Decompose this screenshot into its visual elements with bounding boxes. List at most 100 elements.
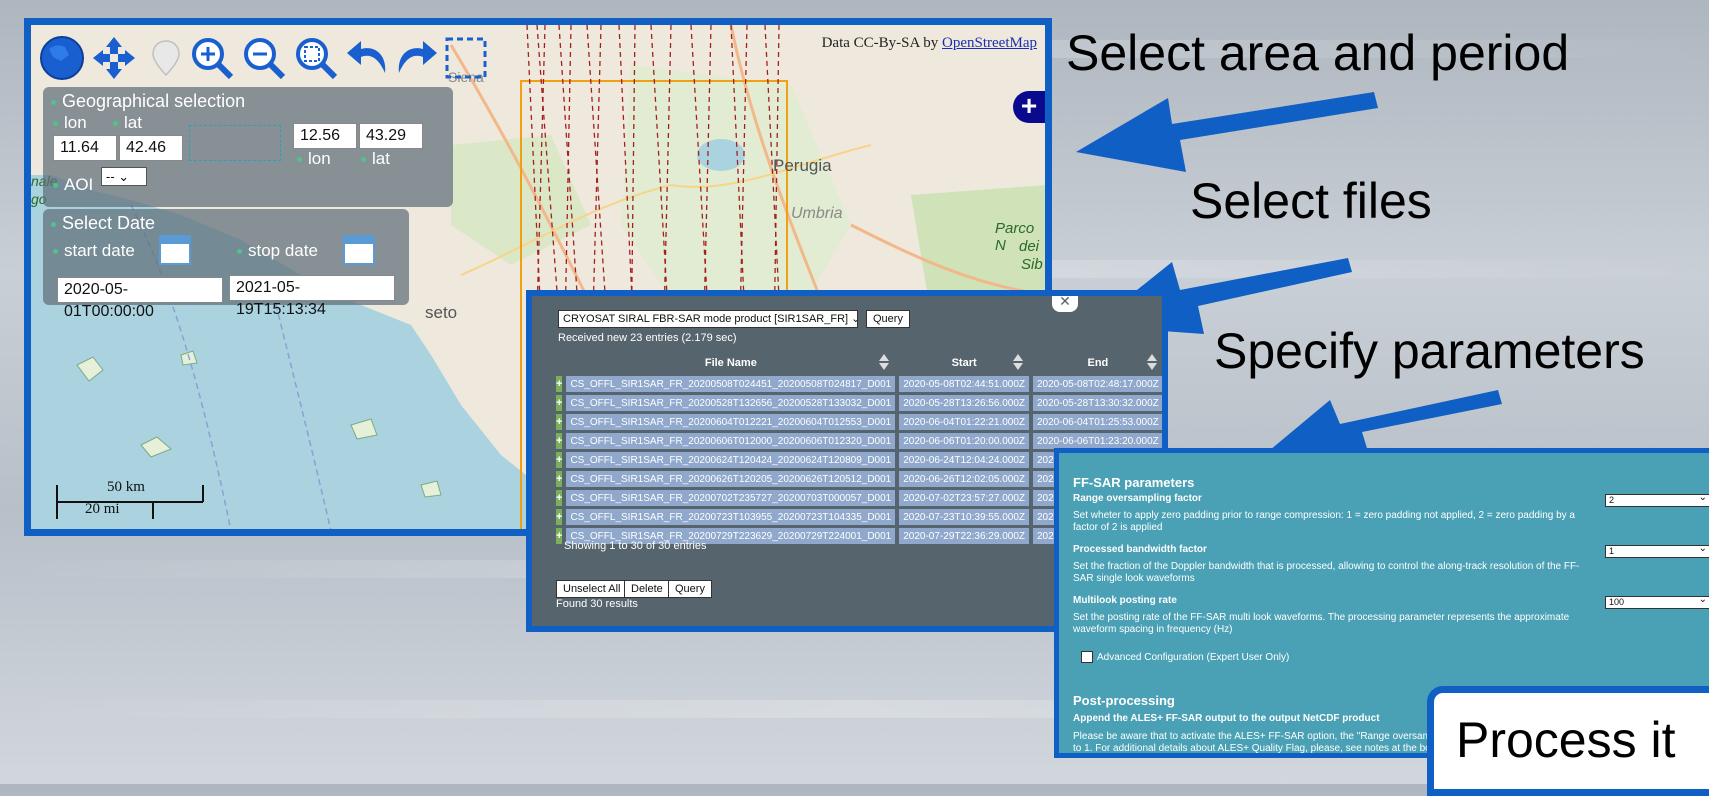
geographical-selection-panel: Geographical selection lon lat 11.64 42.… xyxy=(43,87,453,207)
bandwidth-factor-desc: Set the fraction of the Doppler bandwidt… xyxy=(1073,561,1580,584)
pan-icon[interactable] xyxy=(91,35,137,81)
file-name-cell: CS_OFFL_SIR1SAR_FR_20200626T120205_20200… xyxy=(566,471,896,487)
map-label-parco-3: Sib xyxy=(1021,256,1043,273)
scale-mi: 20 mi xyxy=(85,501,120,517)
heading-process: Process it xyxy=(1456,712,1676,768)
map-label-parco-2: dei xyxy=(1019,238,1040,255)
add-file-icon[interactable]: + xyxy=(556,376,563,392)
received-status: Received new 23 entries (2.179 sec) xyxy=(558,332,737,344)
range-oversampling-select[interactable]: 2 xyxy=(1605,492,1709,507)
col-end[interactable]: End xyxy=(1033,353,1162,373)
multilook-rate-label: Multilook posting rate xyxy=(1073,595,1177,606)
end-cell: 2020-06-04T01:25:53.000Z xyxy=(1033,414,1162,430)
geo-lat-label-2: lat xyxy=(361,149,390,169)
heading-specify-params: Specify parameters xyxy=(1214,323,1645,379)
geo-lon-label-2: lon xyxy=(297,149,331,169)
select-date-panel: Select Date start date stop date 2020-05… xyxy=(43,209,409,320)
table-row[interactable]: + CS_OFFL_SIR1SAR_FR_20200604T012221_2020… xyxy=(556,414,1162,430)
start-cell: 2020-07-29T22:36:29.000Z xyxy=(899,528,1029,544)
query-results-button[interactable]: Query xyxy=(668,580,712,598)
add-file-icon[interactable]: + xyxy=(556,395,563,411)
aoi-label: AOI xyxy=(53,175,93,195)
stop-calendar-icon[interactable] xyxy=(343,235,375,265)
map-label-perugia: Perugia xyxy=(773,156,832,175)
table-row[interactable]: + CS_OFFL_SIR1SAR_FR_20200528T132656_2020… xyxy=(556,395,1162,411)
bandwidth-factor-select[interactable]: 1 xyxy=(1605,543,1709,558)
file-name-cell: CS_OFFL_SIR1SAR_FR_20200528T132656_20200… xyxy=(566,395,896,411)
multilook-rate-desc: Set the posting rate of the FF-SAR multi… xyxy=(1073,612,1570,635)
expand-panel-button[interactable]: + xyxy=(1013,91,1045,123)
geo-lat-label-1: lat xyxy=(113,113,142,133)
zoom-extent-icon[interactable] xyxy=(293,35,339,81)
end-cell: 2020-06-06T01:23:20.000Z xyxy=(1033,433,1162,449)
add-file-icon[interactable]: + xyxy=(556,528,563,544)
start-cell: 2020-06-24T12:04:24.000Z xyxy=(899,452,1029,468)
append-ales-label: Append the ALES+ FF-SAR output to the ou… xyxy=(1073,713,1380,724)
start-cell: 2020-06-26T12:02:05.000Z xyxy=(899,471,1029,487)
ffsar-params-title: FF-SAR parameters xyxy=(1073,475,1195,490)
lon-min-input[interactable]: 11.64 xyxy=(53,135,117,161)
zoom-out-icon[interactable] xyxy=(241,35,287,81)
process-callout: Process it xyxy=(1427,686,1709,796)
stop-date-input[interactable]: 2021-05-19T15:13:34 xyxy=(229,275,395,318)
add-file-icon[interactable]: + xyxy=(556,509,563,525)
add-file-icon[interactable]: + xyxy=(556,490,563,506)
add-file-icon[interactable]: + xyxy=(556,414,563,430)
advanced-config-checkbox[interactable] xyxy=(1081,651,1093,663)
geo-lon-label-1: lon xyxy=(53,113,87,133)
file-name-cell: CS_OFFL_SIR1SAR_FR_20200624T120424_20200… xyxy=(566,452,896,468)
table-row[interactable]: + CS_OFFL_SIR1SAR_FR_20200508T024451_2020… xyxy=(556,376,1162,392)
arrow-to-map xyxy=(1076,92,1378,172)
map-label-seto: seto xyxy=(425,303,458,322)
add-file-icon[interactable]: + xyxy=(556,433,563,449)
range-oversampling-desc: Set wheter to apply zero padding prior t… xyxy=(1073,510,1575,533)
start-cell: 2020-05-08T02:44:51.000Z xyxy=(899,376,1029,392)
geo-title-text: Geographical selection xyxy=(62,91,246,111)
file-name-cell: CS_OFFL_SIR1SAR_FR_20200604T012221_20200… xyxy=(566,414,896,430)
table-scrollbar[interactable] xyxy=(1166,352,1168,462)
col-start[interactable]: Start xyxy=(899,353,1029,373)
delete-button[interactable]: Delete xyxy=(624,580,670,598)
box-select-icon[interactable] xyxy=(443,35,489,81)
showing-entries: Showing 1 to 30 of 30 entries xyxy=(564,540,707,552)
file-name-cell: CS_OFFL_SIR1SAR_FR_20200606T012000_20200… xyxy=(566,433,896,449)
start-cell: 2020-05-28T13:26:56.000Z xyxy=(899,395,1029,411)
add-file-icon[interactable]: + xyxy=(556,452,563,468)
map-scale-bar: 50 km 20 mi xyxy=(55,479,205,529)
end-cell: 2020-05-08T02:48:17.000Z xyxy=(1033,376,1162,392)
start-date-input[interactable]: 2020-05-01T00:00:00 xyxy=(57,277,223,320)
attribution-text: Data CC-By-SA by xyxy=(821,35,943,51)
lon-max-input[interactable]: 12.56 xyxy=(293,123,357,149)
query-button[interactable]: Query xyxy=(866,310,910,328)
file-name-cell: CS_OFFL_SIR1SAR_FR_20200508T024451_20200… xyxy=(566,376,896,392)
lat-min-input[interactable]: 42.46 xyxy=(119,135,183,161)
start-cell: 2020-07-23T10:39:55.000Z xyxy=(899,509,1029,525)
zoom-in-icon[interactable] xyxy=(189,35,235,81)
col-file-name[interactable]: File Name xyxy=(566,353,895,373)
info-pin-icon[interactable] xyxy=(143,35,189,81)
aoi-select[interactable]: -- ⌄ xyxy=(101,167,147,186)
multilook-rate-select[interactable]: 100 xyxy=(1605,594,1709,609)
unselect-all-button[interactable]: Unselect All xyxy=(556,580,628,598)
start-calendar-icon[interactable] xyxy=(159,235,191,265)
globe-icon[interactable] xyxy=(39,35,85,81)
file-name-cell: CS_OFFL_SIR1SAR_FR_20200702T235727_20200… xyxy=(566,490,896,506)
start-cell: 2020-06-04T01:22:21.000Z xyxy=(899,414,1029,430)
scale-km: 50 km xyxy=(107,479,145,495)
table-row[interactable]: + CS_OFFL_SIR1SAR_FR_20200606T012000_2020… xyxy=(556,433,1162,449)
lat-max-input[interactable]: 43.29 xyxy=(359,123,423,149)
product-select[interactable]: CRYOSAT SIRAL FBR-SAR mode product [SIR1… xyxy=(558,310,858,328)
stop-date-label: stop date xyxy=(237,241,318,261)
undo-icon[interactable] xyxy=(345,35,391,81)
openstreetmap-link[interactable]: OpenStreetMap xyxy=(942,35,1037,51)
end-cell: 2020-05-28T13:30:32.000Z xyxy=(1033,395,1162,411)
geo-title: Geographical selection xyxy=(43,87,453,112)
redo-icon[interactable] xyxy=(393,35,439,81)
add-file-icon[interactable]: + xyxy=(556,471,563,487)
date-title: Select Date xyxy=(43,209,409,234)
heading-select-files: Select files xyxy=(1190,173,1432,229)
file-name-cell: CS_OFFL_SIR1SAR_FR_20200723T103955_20200… xyxy=(566,509,896,525)
advanced-config-label: Advanced Configuration (Expert User Only… xyxy=(1097,652,1290,663)
close-icon[interactable]: ✕ xyxy=(1052,296,1078,312)
range-oversampling-label: Range oversampling factor xyxy=(1073,493,1202,504)
